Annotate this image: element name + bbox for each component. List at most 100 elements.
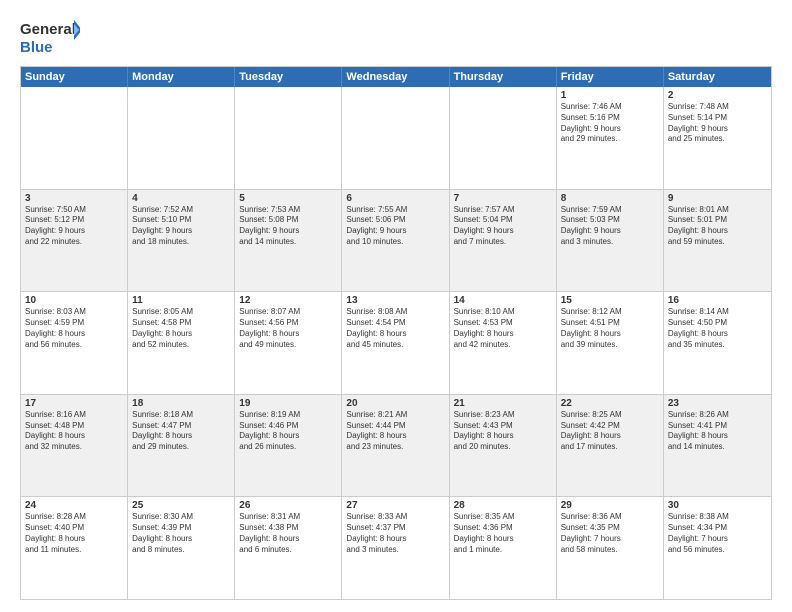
empty-cell-0-1 — [128, 87, 235, 189]
day-cell-30: 30Sunrise: 8:38 AM Sunset: 4:34 PM Dayli… — [664, 497, 771, 599]
day-number: 15 — [561, 295, 659, 306]
day-number: 6 — [346, 193, 444, 204]
day-cell-18: 18Sunrise: 8:18 AM Sunset: 4:47 PM Dayli… — [128, 395, 235, 497]
day-cell-21: 21Sunrise: 8:23 AM Sunset: 4:43 PM Dayli… — [450, 395, 557, 497]
day-cell-3: 3Sunrise: 7:50 AM Sunset: 5:12 PM Daylig… — [21, 190, 128, 292]
day-number: 5 — [239, 193, 337, 204]
day-number: 27 — [346, 500, 444, 511]
header-day-wednesday: Wednesday — [342, 67, 449, 87]
day-cell-17: 17Sunrise: 8:16 AM Sunset: 4:48 PM Dayli… — [21, 395, 128, 497]
day-number: 12 — [239, 295, 337, 306]
day-cell-19: 19Sunrise: 8:19 AM Sunset: 4:46 PM Dayli… — [235, 395, 342, 497]
day-cell-1: 1Sunrise: 7:46 AM Sunset: 5:16 PM Daylig… — [557, 87, 664, 189]
empty-cell-0-2 — [235, 87, 342, 189]
day-cell-4: 4Sunrise: 7:52 AM Sunset: 5:10 PM Daylig… — [128, 190, 235, 292]
header-day-sunday: Sunday — [21, 67, 128, 87]
day-cell-25: 25Sunrise: 8:30 AM Sunset: 4:39 PM Dayli… — [128, 497, 235, 599]
day-info: Sunrise: 8:30 AM Sunset: 4:39 PM Dayligh… — [132, 512, 230, 555]
day-info: Sunrise: 8:16 AM Sunset: 4:48 PM Dayligh… — [25, 410, 123, 453]
day-cell-24: 24Sunrise: 8:28 AM Sunset: 4:40 PM Dayli… — [21, 497, 128, 599]
svg-text:General: General — [20, 21, 76, 38]
day-number: 7 — [454, 193, 552, 204]
day-info: Sunrise: 8:38 AM Sunset: 4:34 PM Dayligh… — [668, 512, 767, 555]
day-number: 1 — [561, 90, 659, 101]
day-number: 16 — [668, 295, 767, 306]
day-number: 21 — [454, 398, 552, 409]
day-info: Sunrise: 8:19 AM Sunset: 4:46 PM Dayligh… — [239, 410, 337, 453]
calendar: SundayMondayTuesdayWednesdayThursdayFrid… — [20, 66, 772, 600]
calendar-row-0: 1Sunrise: 7:46 AM Sunset: 5:16 PM Daylig… — [21, 87, 771, 190]
day-number: 20 — [346, 398, 444, 409]
day-cell-11: 11Sunrise: 8:05 AM Sunset: 4:58 PM Dayli… — [128, 292, 235, 394]
day-number: 10 — [25, 295, 123, 306]
logo-icon: General Blue — [20, 16, 80, 58]
day-number: 26 — [239, 500, 337, 511]
day-cell-20: 20Sunrise: 8:21 AM Sunset: 4:44 PM Dayli… — [342, 395, 449, 497]
day-number: 9 — [668, 193, 767, 204]
day-info: Sunrise: 8:12 AM Sunset: 4:51 PM Dayligh… — [561, 307, 659, 350]
day-number: 25 — [132, 500, 230, 511]
day-cell-2: 2Sunrise: 7:48 AM Sunset: 5:14 PM Daylig… — [664, 87, 771, 189]
day-cell-29: 29Sunrise: 8:36 AM Sunset: 4:35 PM Dayli… — [557, 497, 664, 599]
day-info: Sunrise: 8:26 AM Sunset: 4:41 PM Dayligh… — [668, 410, 767, 453]
day-cell-12: 12Sunrise: 8:07 AM Sunset: 4:56 PM Dayli… — [235, 292, 342, 394]
day-number: 13 — [346, 295, 444, 306]
day-info: Sunrise: 8:21 AM Sunset: 4:44 PM Dayligh… — [346, 410, 444, 453]
calendar-row-3: 17Sunrise: 8:16 AM Sunset: 4:48 PM Dayli… — [21, 395, 771, 498]
calendar-body: 1Sunrise: 7:46 AM Sunset: 5:16 PM Daylig… — [21, 87, 771, 599]
calendar-header: SundayMondayTuesdayWednesdayThursdayFrid… — [21, 67, 771, 87]
day-number: 8 — [561, 193, 659, 204]
day-number: 3 — [25, 193, 123, 204]
day-number: 17 — [25, 398, 123, 409]
svg-text:Blue: Blue — [20, 39, 53, 56]
day-number: 23 — [668, 398, 767, 409]
day-number: 22 — [561, 398, 659, 409]
header-day-thursday: Thursday — [450, 67, 557, 87]
calendar-row-4: 24Sunrise: 8:28 AM Sunset: 4:40 PM Dayli… — [21, 497, 771, 599]
day-info: Sunrise: 8:08 AM Sunset: 4:54 PM Dayligh… — [346, 307, 444, 350]
day-info: Sunrise: 7:50 AM Sunset: 5:12 PM Dayligh… — [25, 205, 123, 248]
day-number: 29 — [561, 500, 659, 511]
day-info: Sunrise: 8:35 AM Sunset: 4:36 PM Dayligh… — [454, 512, 552, 555]
day-number: 28 — [454, 500, 552, 511]
day-cell-15: 15Sunrise: 8:12 AM Sunset: 4:51 PM Dayli… — [557, 292, 664, 394]
day-cell-23: 23Sunrise: 8:26 AM Sunset: 4:41 PM Dayli… — [664, 395, 771, 497]
day-info: Sunrise: 7:55 AM Sunset: 5:06 PM Dayligh… — [346, 205, 444, 248]
calendar-row-2: 10Sunrise: 8:03 AM Sunset: 4:59 PM Dayli… — [21, 292, 771, 395]
day-number: 19 — [239, 398, 337, 409]
logo: General Blue — [20, 16, 80, 58]
empty-cell-0-4 — [450, 87, 557, 189]
day-info: Sunrise: 8:33 AM Sunset: 4:37 PM Dayligh… — [346, 512, 444, 555]
day-number: 30 — [668, 500, 767, 511]
day-cell-28: 28Sunrise: 8:35 AM Sunset: 4:36 PM Dayli… — [450, 497, 557, 599]
header: General Blue — [20, 16, 772, 58]
day-info: Sunrise: 8:18 AM Sunset: 4:47 PM Dayligh… — [132, 410, 230, 453]
day-info: Sunrise: 8:25 AM Sunset: 4:42 PM Dayligh… — [561, 410, 659, 453]
day-info: Sunrise: 7:59 AM Sunset: 5:03 PM Dayligh… — [561, 205, 659, 248]
day-cell-27: 27Sunrise: 8:33 AM Sunset: 4:37 PM Dayli… — [342, 497, 449, 599]
day-info: Sunrise: 8:07 AM Sunset: 4:56 PM Dayligh… — [239, 307, 337, 350]
header-day-monday: Monday — [128, 67, 235, 87]
day-info: Sunrise: 7:48 AM Sunset: 5:14 PM Dayligh… — [668, 102, 767, 145]
day-cell-22: 22Sunrise: 8:25 AM Sunset: 4:42 PM Dayli… — [557, 395, 664, 497]
header-day-friday: Friday — [557, 67, 664, 87]
day-cell-10: 10Sunrise: 8:03 AM Sunset: 4:59 PM Dayli… — [21, 292, 128, 394]
day-info: Sunrise: 7:46 AM Sunset: 5:16 PM Dayligh… — [561, 102, 659, 145]
empty-cell-0-3 — [342, 87, 449, 189]
calendar-row-1: 3Sunrise: 7:50 AM Sunset: 5:12 PM Daylig… — [21, 190, 771, 293]
day-info: Sunrise: 8:14 AM Sunset: 4:50 PM Dayligh… — [668, 307, 767, 350]
day-cell-5: 5Sunrise: 7:53 AM Sunset: 5:08 PM Daylig… — [235, 190, 342, 292]
day-number: 11 — [132, 295, 230, 306]
day-cell-9: 9Sunrise: 8:01 AM Sunset: 5:01 PM Daylig… — [664, 190, 771, 292]
day-info: Sunrise: 8:36 AM Sunset: 4:35 PM Dayligh… — [561, 512, 659, 555]
day-info: Sunrise: 7:52 AM Sunset: 5:10 PM Dayligh… — [132, 205, 230, 248]
day-info: Sunrise: 8:05 AM Sunset: 4:58 PM Dayligh… — [132, 307, 230, 350]
day-number: 2 — [668, 90, 767, 101]
page: General Blue SundayMondayTuesdayWednesda… — [0, 0, 792, 612]
day-number: 24 — [25, 500, 123, 511]
day-cell-8: 8Sunrise: 7:59 AM Sunset: 5:03 PM Daylig… — [557, 190, 664, 292]
day-cell-6: 6Sunrise: 7:55 AM Sunset: 5:06 PM Daylig… — [342, 190, 449, 292]
day-info: Sunrise: 7:53 AM Sunset: 5:08 PM Dayligh… — [239, 205, 337, 248]
day-info: Sunrise: 7:57 AM Sunset: 5:04 PM Dayligh… — [454, 205, 552, 248]
day-info: Sunrise: 8:23 AM Sunset: 4:43 PM Dayligh… — [454, 410, 552, 453]
